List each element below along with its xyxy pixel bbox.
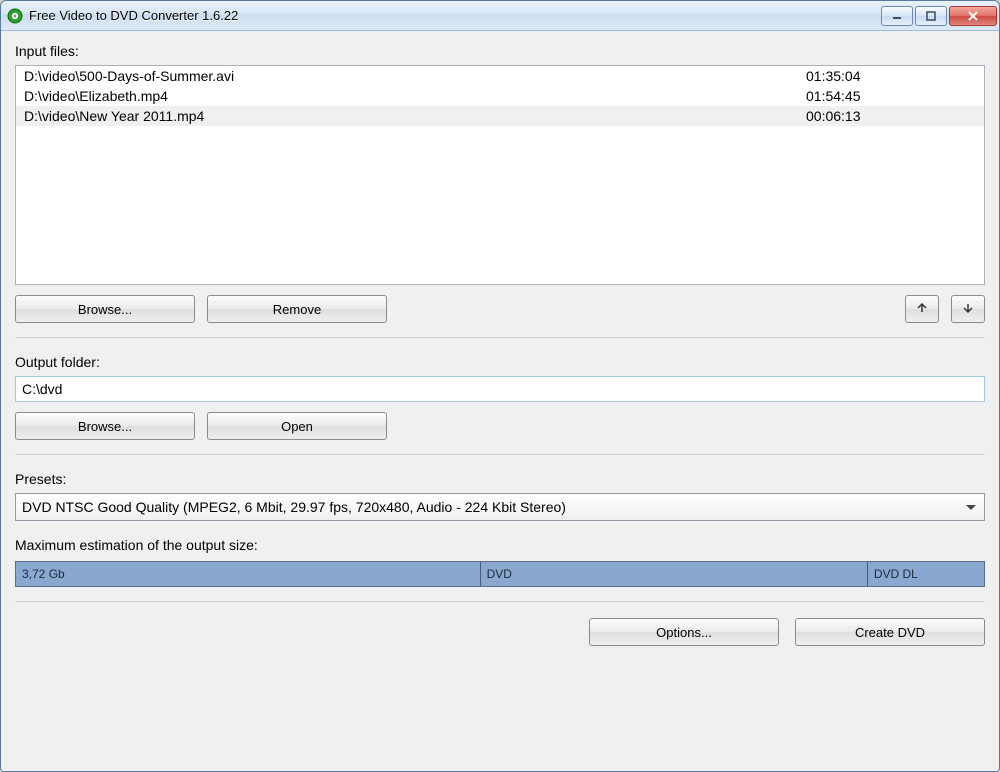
move-up-button[interactable] <box>905 295 939 323</box>
close-button[interactable] <box>949 6 997 26</box>
open-output-button[interactable]: Open <box>207 412 387 440</box>
app-window: Free Video to DVD Converter 1.6.22 Input… <box>0 0 1000 772</box>
app-icon <box>7 8 23 24</box>
file-row[interactable]: D:\video\500-Days-of-Summer.avi01:35:04 <box>16 66 984 86</box>
preset-dropdown[interactable]: DVD NTSC Good Quality (MPEG2, 6 Mbit, 29… <box>15 493 985 521</box>
titlebar[interactable]: Free Video to DVD Converter 1.6.22 <box>1 1 999 31</box>
file-path: D:\video\New Year 2011.mp4 <box>24 108 806 124</box>
maximize-button[interactable] <box>915 6 947 26</box>
file-duration: 00:06:13 <box>806 108 976 124</box>
arrow-down-icon <box>962 302 974 317</box>
output-size-bar: 3,72 GbDVDDVD DL <box>15 561 985 587</box>
window-title: Free Video to DVD Converter 1.6.22 <box>29 8 238 23</box>
output-folder-input[interactable] <box>15 376 985 402</box>
output-size-label: Maximum estimation of the output size: <box>15 535 985 559</box>
presets-label: Presets: <box>15 469 985 493</box>
file-path: D:\video\Elizabeth.mp4 <box>24 88 806 104</box>
arrow-up-icon <box>916 302 928 317</box>
input-files-label: Input files: <box>15 41 985 65</box>
file-path: D:\video\500-Days-of-Summer.avi <box>24 68 806 84</box>
input-browse-button[interactable]: Browse... <box>15 295 195 323</box>
file-duration: 01:54:45 <box>806 88 976 104</box>
preset-selected-text: DVD NTSC Good Quality (MPEG2, 6 Mbit, 29… <box>22 499 566 515</box>
output-folder-label: Output folder: <box>15 352 985 376</box>
file-duration: 01:35:04 <box>806 68 976 84</box>
client-area: Input files: D:\video\500-Days-of-Summer… <box>1 31 999 771</box>
input-file-list[interactable]: D:\video\500-Days-of-Summer.avi01:35:04D… <box>15 65 985 285</box>
file-row[interactable]: D:\video\New Year 2011.mp400:06:13 <box>16 106 984 126</box>
size-segment: 3,72 Gb <box>16 562 481 586</box>
options-button[interactable]: Options... <box>589 618 779 646</box>
window-controls <box>881 6 997 26</box>
remove-button[interactable]: Remove <box>207 295 387 323</box>
file-row[interactable]: D:\video\Elizabeth.mp401:54:45 <box>16 86 984 106</box>
minimize-button[interactable] <box>881 6 913 26</box>
output-browse-button[interactable]: Browse... <box>15 412 195 440</box>
create-dvd-button[interactable]: Create DVD <box>795 618 985 646</box>
size-segment: DVD <box>481 562 868 586</box>
move-down-button[interactable] <box>951 295 985 323</box>
size-segment: DVD DL <box>868 562 984 586</box>
